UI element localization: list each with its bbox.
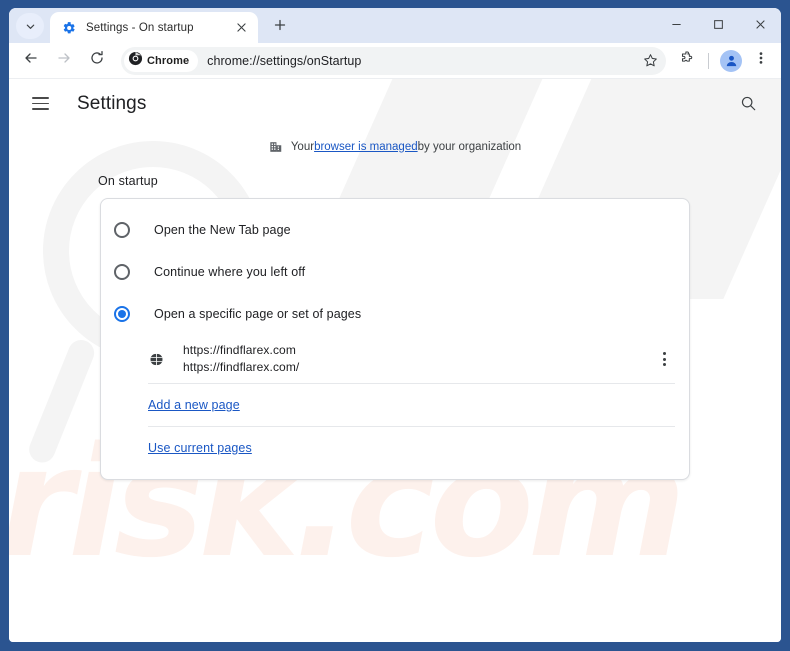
startup-option-specific-pages[interactable]: Open a specific page or set of pages bbox=[101, 293, 689, 335]
managed-banner-prefix: Your bbox=[290, 141, 315, 153]
startup-option-label: Continue where you left off bbox=[154, 265, 306, 279]
browser-toolbar: Chrome chrome://settings/onStartup bbox=[9, 43, 781, 79]
startup-page-menu-button[interactable] bbox=[652, 347, 676, 371]
reload-button[interactable] bbox=[83, 47, 111, 75]
chevron-down-icon bbox=[25, 21, 36, 32]
reload-icon bbox=[89, 50, 105, 71]
startup-option-label: Open the New Tab page bbox=[154, 223, 291, 237]
extensions-puzzle-icon bbox=[680, 50, 696, 71]
forward-arrow-icon bbox=[56, 50, 72, 71]
back-button[interactable] bbox=[17, 47, 45, 75]
use-current-pages-link[interactable]: Use current pages bbox=[148, 441, 252, 455]
window-frame: Settings - On startup Chrome chrome://se… bbox=[0, 0, 790, 651]
page-title: Settings bbox=[77, 92, 147, 114]
browser-menu-button[interactable] bbox=[747, 47, 775, 75]
forward-button[interactable] bbox=[50, 47, 78, 75]
startup-settings-card: Open the New Tab page Continue where you… bbox=[100, 198, 690, 480]
plus-icon bbox=[274, 18, 286, 36]
bookmark-star-icon[interactable] bbox=[637, 48, 663, 74]
section-title-on-startup: On startup bbox=[98, 174, 158, 188]
startup-page-title: https://findflarex.com bbox=[183, 343, 296, 357]
minimize-button[interactable] bbox=[655, 8, 697, 40]
settings-gear-icon bbox=[61, 20, 77, 36]
managed-banner-link[interactable]: browser is managed bbox=[314, 141, 418, 153]
extensions-button[interactable] bbox=[674, 47, 702, 75]
new-tab-button[interactable] bbox=[266, 13, 293, 40]
startup-option-label: Open a specific page or set of pages bbox=[154, 307, 362, 321]
window-controls bbox=[655, 8, 781, 40]
back-arrow-icon bbox=[23, 50, 39, 71]
radio-button[interactable] bbox=[114, 264, 130, 280]
tab-close-button[interactable] bbox=[232, 19, 250, 37]
settings-header: Settings bbox=[9, 79, 781, 128]
toolbar-divider bbox=[708, 52, 709, 69]
tab-title: Settings - On startup bbox=[86, 21, 194, 34]
browser-tab[interactable]: Settings - On startup bbox=[50, 12, 258, 43]
globe-icon bbox=[148, 351, 164, 367]
omnibox-url-text: chrome://settings/onStartup bbox=[207, 53, 362, 68]
managed-browser-banner: Your browser is managed by your organiza… bbox=[9, 140, 781, 154]
add-new-page-link[interactable]: Add a new page bbox=[148, 398, 240, 412]
radio-inner-dot bbox=[118, 310, 126, 318]
tab-search-button[interactable] bbox=[16, 13, 44, 39]
three-dot-menu-icon bbox=[754, 51, 768, 70]
chrome-logo-icon bbox=[128, 51, 143, 71]
tab-strip: Settings - On startup bbox=[9, 8, 781, 43]
organization-building-icon bbox=[269, 140, 283, 154]
profile-button[interactable] bbox=[717, 47, 745, 75]
profile-avatar-icon bbox=[720, 49, 742, 72]
startup-option-new-tab-page[interactable]: Open the New Tab page bbox=[101, 209, 689, 251]
add-new-page-row[interactable]: Add a new page bbox=[101, 384, 689, 426]
startup-page-entry: https://findflarex.com https://findflare… bbox=[101, 335, 689, 383]
chrome-pill-label: Chrome bbox=[147, 54, 190, 67]
settings-page: risk.com Settings Your browser is manage… bbox=[9, 79, 781, 642]
omnibox[interactable]: Chrome chrome://settings/onStartup bbox=[121, 46, 666, 75]
chrome-identity-pill: Chrome bbox=[124, 49, 199, 72]
maximize-button[interactable] bbox=[697, 8, 739, 40]
managed-banner-suffix: by your organization bbox=[417, 141, 522, 153]
hamburger-menu-icon[interactable] bbox=[32, 92, 56, 116]
radio-button-selected[interactable] bbox=[114, 306, 130, 322]
settings-content: Settings Your browser is managed by your… bbox=[9, 79, 781, 642]
startup-page-text: https://findflarex.com https://findflare… bbox=[183, 342, 652, 376]
startup-page-url: https://findflarex.com/ bbox=[183, 360, 300, 374]
browser-window: Settings - On startup Chrome chrome://se… bbox=[9, 8, 781, 642]
use-current-pages-row[interactable]: Use current pages bbox=[101, 427, 689, 469]
startup-option-continue-where-left-off[interactable]: Continue where you left off bbox=[101, 251, 689, 293]
search-icon[interactable] bbox=[733, 89, 763, 119]
close-button[interactable] bbox=[739, 8, 781, 40]
radio-button[interactable] bbox=[114, 222, 130, 238]
